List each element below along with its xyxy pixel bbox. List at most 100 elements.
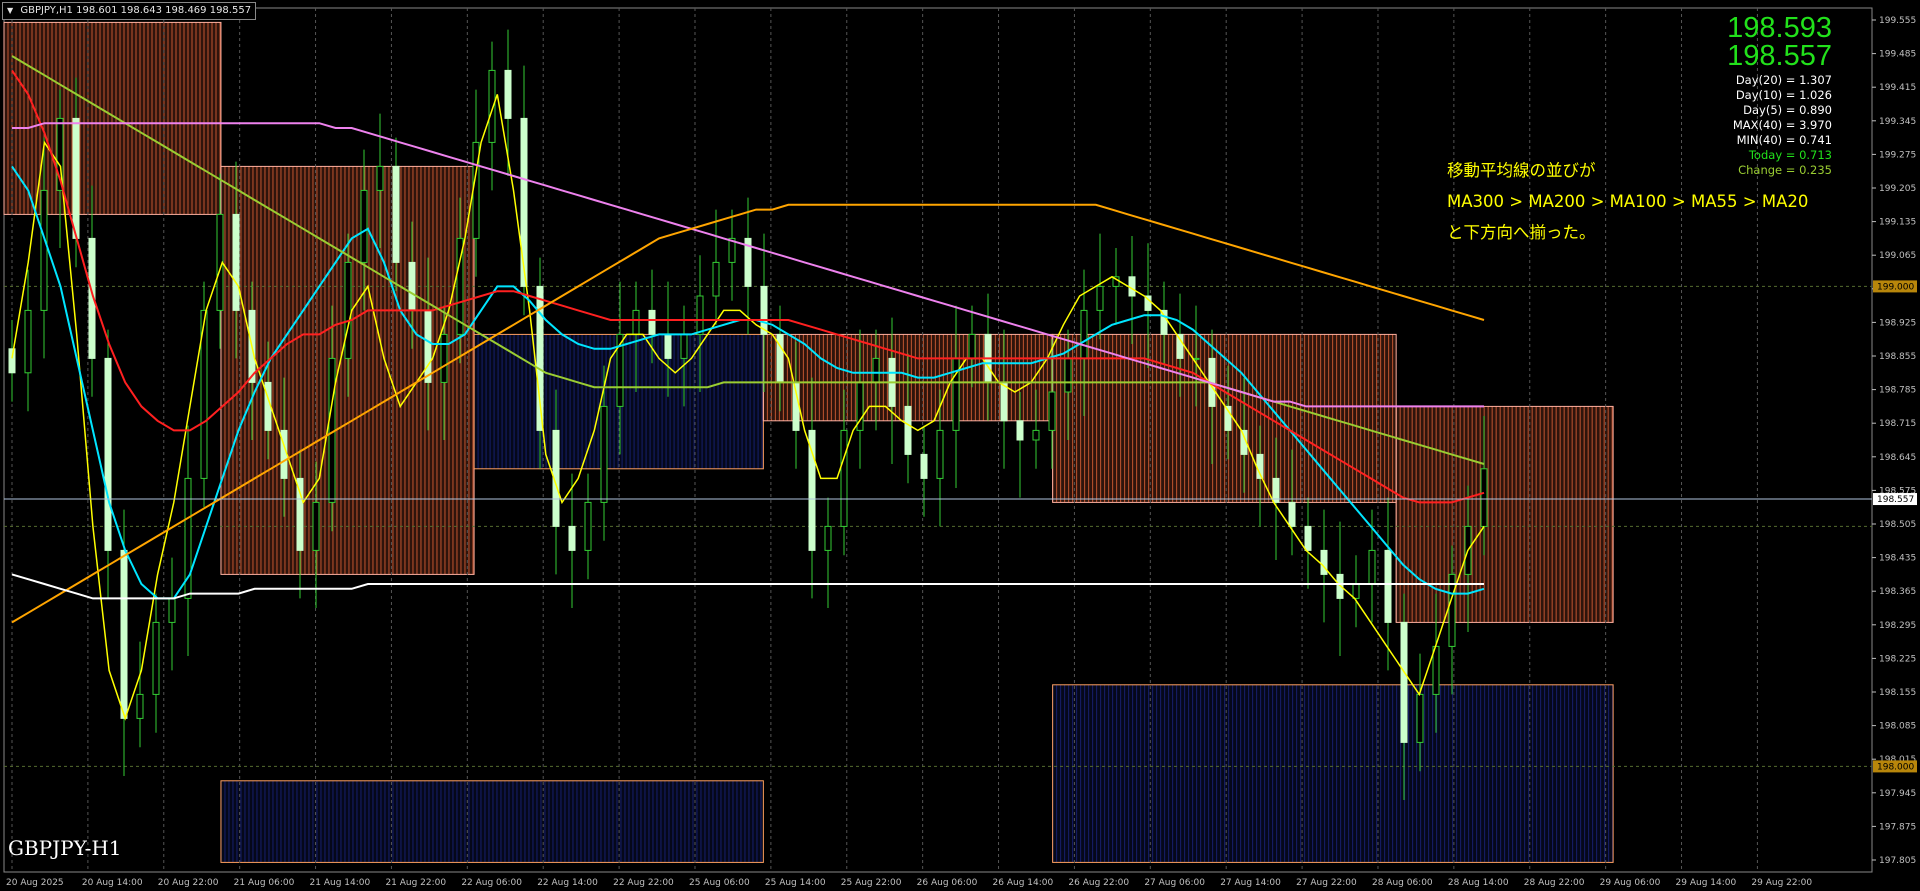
y-tick-label: 199.345 [1879,117,1916,127]
candle-body [120,549,128,719]
candle-body [136,693,144,719]
candle-body [376,165,384,191]
candle-body [104,357,112,551]
candle-body [1416,693,1424,743]
y-tick-label: 197.945 [1879,789,1916,799]
candle-body [296,477,304,551]
candle-body [632,309,640,335]
x-tick-label: 21 Aug 06:00 [234,878,295,888]
candle-body [1288,501,1296,527]
x-tick-label: 20 Aug 14:00 [82,878,143,888]
candle-body [152,621,160,695]
stat-line: Day(10) = 1.026 [1735,88,1832,102]
price-tag-label: 198.557 [1877,495,1914,505]
y-tick-label: 198.085 [1879,722,1916,732]
price-chart[interactable]: 199.555 199.485 199.415 199.345 199.275 199.2… [0,0,1920,891]
candle-body [504,69,512,119]
x-tick-label: 29 Aug 14:00 [1676,878,1737,888]
candle-body [1048,391,1056,431]
x-tick-label: 22 Aug 22:00 [613,878,674,888]
candle-body [1128,276,1136,297]
chart-window[interactable]: 199.555 199.485 199.415 199.345 199.275 199.2… [0,0,1920,891]
candle-body [8,348,16,374]
y-tick-label: 198.435 [1879,554,1916,564]
symbol-label: GBPJPY-H1 [8,836,122,860]
dropdown-triangle-icon[interactable]: ▼ [7,6,13,15]
candle-body [1080,309,1088,359]
candle-body [1480,468,1488,527]
candle-body [584,501,592,551]
x-tick-label: 28 Aug 14:00 [1448,878,1509,888]
x-tick-label: 22 Aug 06:00 [461,878,522,888]
stat-line: Day(5) = 0.890 [1743,103,1832,117]
candle-body [904,405,912,455]
y-tick-label: 198.855 [1879,352,1916,362]
x-tick-label: 26 Aug 22:00 [1068,878,1129,888]
annotation-line-3: と下方向へ揃った。 [1447,223,1596,242]
candle-body [936,429,944,479]
y-tick-label: 197.875 [1879,822,1916,832]
y-tick-label: 199.555 [1879,16,1916,26]
y-tick-label: 198.365 [1879,587,1916,597]
y-tick-label: 198.645 [1879,453,1916,463]
candle-body [696,295,704,335]
candle-body [1032,429,1040,441]
candle-body [760,285,768,335]
x-tick-label: 25 Aug 14:00 [765,878,826,888]
candle-body [1064,357,1072,393]
candle-body [392,165,400,263]
ohlc-values: 198.601 198.643 198.469 198.557 [76,5,252,16]
candle-body [1320,549,1328,575]
x-tick-label: 20 Aug 22:00 [158,878,219,888]
candle-body [1432,645,1440,695]
cloud-region [220,780,764,863]
x-tick-label: 28 Aug 22:00 [1524,878,1585,888]
candle-body [840,429,848,527]
y-tick-label: 198.295 [1879,621,1916,631]
x-tick-label: 25 Aug 06:00 [689,878,750,888]
symbol-name: GBPJPY,H1 [20,5,73,16]
stat-line: MAX(40) = 3.970 [1732,118,1832,132]
candle-body [1448,573,1456,647]
x-tick-label: 28 Aug 06:00 [1372,878,1433,888]
candle-body [664,333,672,359]
x-tick-label: 25 Aug 22:00 [841,878,902,888]
y-tick-label: 199.485 [1879,50,1916,60]
candle-body [232,213,240,311]
price-tag-label: 198.000 [1877,762,1914,772]
y-tick-label: 199.205 [1879,184,1916,194]
x-tick-label: 29 Aug 06:00 [1600,878,1661,888]
stat-line: Day(20) = 1.307 [1735,73,1832,87]
candle-body [1160,309,1168,335]
x-tick-label: 26 Aug 06:00 [917,878,978,888]
candle-body [1384,549,1392,623]
candle-body [1000,381,1008,422]
candle-body [488,69,496,143]
x-tick-label: 29 Aug 22:00 [1751,878,1812,888]
x-tick-label: 26 Aug 14:00 [993,878,1054,888]
candle-body [1304,525,1312,551]
candle-body [24,309,32,374]
candle-body [344,261,352,359]
candle-body [648,309,656,335]
candle-body [1352,583,1360,599]
annotation-line-1: 移動平均線の並びが [1447,161,1596,180]
candle-body [568,525,576,551]
candle-body [168,597,176,623]
candle-body [40,189,48,311]
y-tick-label: 198.225 [1879,654,1916,664]
y-tick-label: 198.155 [1879,688,1916,698]
symbol-header[interactable]: ▼ GBPJPY,H1 198.601 198.643 198.469 198.… [2,2,257,20]
ma-line-ma-white [11,573,1484,600]
candle-body [600,405,608,503]
candle-body [440,333,448,383]
candle-body [1096,285,1104,311]
y-tick-label: 199.415 [1879,83,1916,93]
y-tick-label: 199.275 [1879,150,1916,160]
candle-body [360,189,368,263]
y-tick-label: 199.065 [1879,251,1916,261]
y-tick-label: 197.805 [1879,856,1916,866]
x-tick-label: 21 Aug 22:00 [385,878,446,888]
candle-body [1368,549,1376,585]
candle-body [952,357,960,431]
